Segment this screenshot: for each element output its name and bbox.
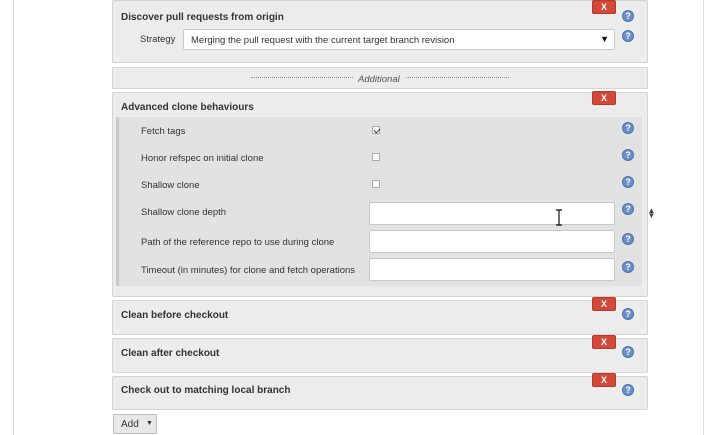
honor-refspec-checkbox[interactable] xyxy=(372,153,380,161)
clean-before-section: Clean before checkout xyxy=(112,300,648,335)
divider-dots-right xyxy=(406,77,509,78)
timeout-label: Timeout (in minutes) for clone and fetch… xyxy=(141,265,356,276)
advanced-clone-title: Advanced clone behaviours xyxy=(121,102,254,113)
shallow-clone-label: Shallow clone xyxy=(141,180,200,191)
clean-after-delete-button[interactable]: X xyxy=(592,335,616,349)
add-button[interactable]: Add ▼ xyxy=(113,414,157,434)
fetch-tags-label: Fetch tags xyxy=(141,126,186,137)
shallow-clone-help-icon[interactable]: ? xyxy=(622,176,634,188)
fetch-tags-checkbox[interactable] xyxy=(372,126,380,134)
strategy-select[interactable]: Merging the pull request with the curren… xyxy=(183,29,615,50)
strategy-select-value: Merging the pull request with the curren… xyxy=(191,35,455,46)
strategy-label: Strategy xyxy=(140,34,176,45)
shallow-depth-label: Shallow clone depth xyxy=(141,207,227,218)
reference-repo-help-icon[interactable]: ? xyxy=(622,233,634,245)
reference-repo-label: Path of the reference repo to use during… xyxy=(141,237,335,248)
discover-pr-help-icon[interactable]: ? xyxy=(622,10,634,22)
clean-before-delete-button[interactable]: X xyxy=(592,297,616,311)
discover-pr-title: Discover pull requests from origin xyxy=(121,12,284,23)
checkout-local-section: Check out to matching local branch xyxy=(112,376,648,410)
clean-before-title: Clean before checkout xyxy=(121,310,229,321)
honor-refspec-help-icon[interactable]: ? xyxy=(622,149,634,161)
chevron-down-icon: ▼ xyxy=(600,34,609,44)
clean-after-section: Clean after checkout xyxy=(112,338,648,373)
spinner-down-icon[interactable]: ▼ xyxy=(599,212,704,220)
checkout-local-help-icon[interactable]: ? xyxy=(622,384,634,396)
shallow-depth-input[interactable] xyxy=(369,202,615,225)
strategy-help-icon[interactable]: ? xyxy=(622,30,634,42)
text-cursor-icon xyxy=(556,209,562,226)
fetch-tags-help-icon[interactable]: ? xyxy=(622,122,634,134)
left-divider xyxy=(13,0,14,435)
shallow-depth-help-icon[interactable]: ? xyxy=(622,203,634,215)
discover-pr-delete-button[interactable]: X xyxy=(592,0,616,14)
honor-refspec-label: Honor refspec on initial clone xyxy=(141,153,264,164)
timeout-input[interactable] xyxy=(369,258,615,281)
divider-dots-left xyxy=(251,77,353,78)
clean-after-help-icon[interactable]: ? xyxy=(622,346,634,358)
timeout-help-icon[interactable]: ? xyxy=(622,261,634,273)
spinner-icon[interactable]: ▲ ▼ xyxy=(599,207,704,220)
advanced-clone-delete-button[interactable]: X xyxy=(592,91,616,105)
add-button-label: Add xyxy=(121,419,139,430)
additional-label: Additional xyxy=(358,74,400,85)
caret-down-icon: ▼ xyxy=(146,420,153,427)
clean-before-help-icon[interactable]: ? xyxy=(622,308,634,320)
reference-repo-input[interactable] xyxy=(369,230,615,253)
checkout-local-title: Check out to matching local branch xyxy=(121,385,291,396)
shallow-clone-checkbox[interactable] xyxy=(372,180,380,188)
clean-after-title: Clean after checkout xyxy=(121,348,220,359)
checkout-local-delete-button[interactable]: X xyxy=(592,373,616,387)
